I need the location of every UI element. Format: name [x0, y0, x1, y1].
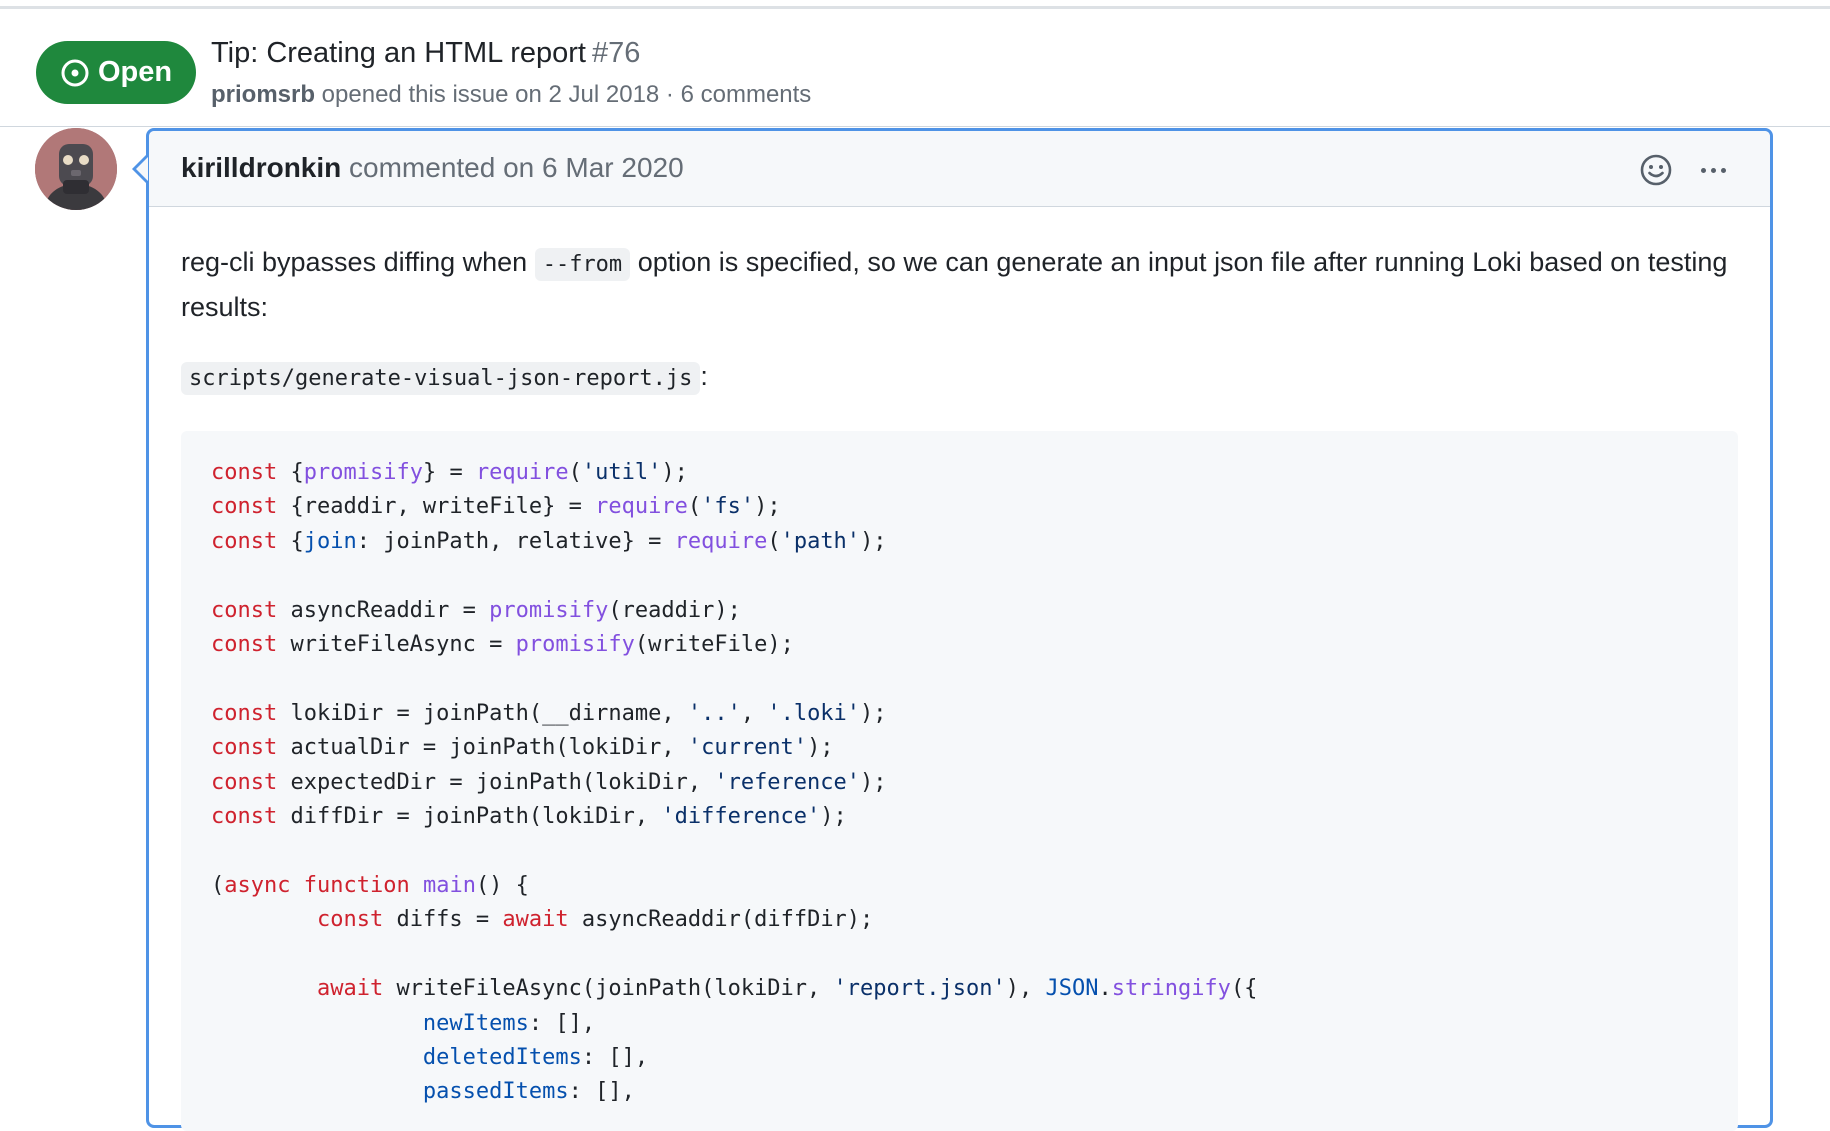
- file-name-suffix: :: [700, 361, 708, 391]
- code-line: const {join: joinPath, relative} = requi…: [211, 528, 887, 554]
- comment-author-line: kirilldronkin commented on 6 Mar 2020: [181, 152, 684, 184]
- issue-meta: priomsrb opened this issue on 2 Jul 2018…: [211, 81, 811, 109]
- avatar[interactable]: [35, 128, 117, 210]
- comment-author-link[interactable]: kirilldronkin: [181, 152, 341, 183]
- comment-box: kirilldronkin commented on 6 Mar 2020 re…: [146, 128, 1773, 1131]
- code-line: const expectedDir = joinPath(lokiDir, 'r…: [211, 769, 887, 795]
- comment-text-before: reg-cli bypasses diffing when: [181, 247, 535, 277]
- issue-author-link[interactable]: priomsrb: [211, 81, 315, 108]
- issue-number: #76: [592, 37, 641, 69]
- file-name-line: scripts/generate-visual-json-report.js:: [181, 361, 708, 395]
- code-line: const {readdir, writeFile} = require('fs…: [211, 494, 781, 520]
- code-line: (async function main() {: [211, 872, 529, 898]
- issue-title: Tip: Creating an HTML report #76: [211, 37, 640, 70]
- issue-state-label: Open: [97, 56, 173, 88]
- code-line: const writeFileAsync = promisify(writeFi…: [211, 632, 794, 658]
- comment-arrow-fill: [136, 157, 148, 181]
- issue-title-text: Tip: Creating an HTML report: [211, 37, 586, 69]
- issue-opened-icon: [61, 59, 89, 86]
- avatar-image: [35, 128, 117, 210]
- inline-code-from: --from: [534, 248, 631, 281]
- code-line: const {promisify} = require('util');: [211, 460, 688, 485]
- issue-header: Open Tip: Creating an HTML report #76 pri…: [0, 9, 1830, 126]
- code-line: deletedItems: [],: [422, 1044, 649, 1070]
- code-lines: const {promisify} = require('util'); con…: [211, 456, 1257, 1110]
- file-name-code: scripts/generate-visual-json-report.js: [181, 362, 701, 395]
- smiley-icon[interactable]: [1639, 153, 1673, 187]
- kebab-horizontal-icon[interactable]: [1693, 153, 1733, 187]
- comment-paragraph: reg-cli bypasses diffing when --from opt…: [181, 241, 1741, 328]
- code-line: const diffDir = joinPath(lokiDir, 'diffe…: [211, 804, 847, 830]
- comment-action-text: commented on 6 Mar 2020: [341, 152, 684, 183]
- code-block: const {promisify} = require('util'); con…: [181, 431, 1738, 1131]
- code-line: await writeFileAsync(joinPath(lokiDir, '…: [316, 976, 1258, 1002]
- comment-header: kirilldronkin commented on 6 Mar 2020: [149, 131, 1770, 207]
- code-line: const lokiDir = joinPath(__dirname, '..'…: [211, 700, 887, 726]
- issue-meta-text: opened this issue on 2 Jul 2018 · 6 comm…: [315, 81, 812, 108]
- code-line: const diffs = await asyncReaddir(diffDir…: [316, 907, 874, 933]
- code-line: passedItems: [],: [422, 1079, 635, 1105]
- issue-state-badge: Open: [36, 41, 196, 104]
- header-divider: [0, 126, 1830, 127]
- code-line: const asyncReaddir = promisify(readdir);: [211, 597, 741, 623]
- code-line: newItems: [],: [422, 1010, 596, 1036]
- code-line: const actualDir = joinPath(lokiDir, 'cur…: [211, 735, 834, 761]
